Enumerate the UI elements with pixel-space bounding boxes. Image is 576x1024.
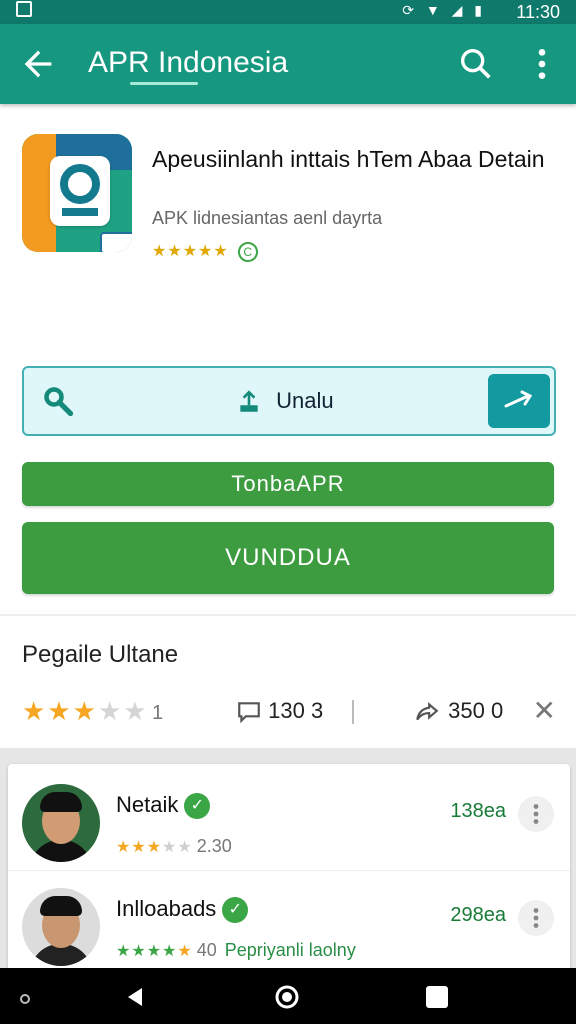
app-rating: ★★★★★ C xyxy=(152,241,259,262)
search-icon xyxy=(461,49,491,79)
nav-recents-icon[interactable] xyxy=(426,986,448,1008)
reviewer-amount: 298ea xyxy=(450,904,506,926)
share-icon xyxy=(416,702,439,721)
back-button[interactable] xyxy=(18,44,58,84)
app-logo-icon xyxy=(22,134,132,252)
reviewer-rating: ★★★★★ 40 Pepriyanli laolny xyxy=(116,940,356,960)
comment-icon xyxy=(238,702,260,724)
reviewer-name: Netaik ✓ xyxy=(116,792,211,820)
app-subtitle: APK lidnesiantas aenl dayrta xyxy=(152,208,383,228)
reviewer-amount: 138ea xyxy=(450,800,506,822)
reviewer-rating: ★★★★★ 2.30 xyxy=(116,836,232,856)
list-item[interactable]: Netaik ✓ ★★★★★ 2.30 138ea xyxy=(8,778,570,878)
verified-check-icon: ✓ xyxy=(222,897,249,924)
app-title: Apeusiinlanh inttais hTem Abaa Detain xyxy=(152,146,545,172)
more-vert-icon xyxy=(538,49,546,79)
upload-icon xyxy=(240,390,258,412)
avatar xyxy=(22,784,100,862)
stats-divider xyxy=(352,700,354,724)
reviewer-extra: Pepriyanli laolny xyxy=(224,940,356,960)
status-bar: ⟳ ▼ ◢ ▮ 11:30 xyxy=(0,0,576,24)
nav-home-icon[interactable] xyxy=(274,984,300,1010)
system-nav-bar xyxy=(0,968,576,1024)
kebab-icon xyxy=(533,804,539,824)
kebab-icon xyxy=(533,908,539,928)
title-underline xyxy=(130,82,198,85)
reviewer-rating-text: 2.30 xyxy=(196,836,232,856)
rating-badge: C xyxy=(238,241,259,262)
logo-card xyxy=(50,156,110,226)
logo-gear-icon xyxy=(60,164,100,216)
reviewer-name: Inlloabads ✓ xyxy=(116,896,249,924)
verified-check-icon: ✓ xyxy=(184,793,211,820)
sim-card-icon xyxy=(16,1,32,17)
avatar-hair xyxy=(40,896,82,916)
arrow-left-icon xyxy=(24,50,52,78)
status-icons: ⟳ ▼ ◢ ▮ xyxy=(402,2,486,18)
shares-count: 350 0 xyxy=(448,698,504,723)
search-go-button[interactable] xyxy=(488,374,550,428)
rating-stars: ★★★★★ xyxy=(152,243,229,260)
arrow-right-icon xyxy=(504,390,533,408)
more-options-button[interactable] xyxy=(522,44,562,84)
reviewer-name-text: Netaik xyxy=(116,792,179,817)
reviewer-rating-text: 40 xyxy=(196,940,217,960)
stats-rating-count: 1 xyxy=(152,702,164,724)
kebab-button[interactable] xyxy=(518,796,554,832)
search-box-label: Unalu xyxy=(276,388,334,413)
search-box-center: Unalu xyxy=(236,388,334,415)
page-title: APR Indonesia xyxy=(88,46,289,79)
avatar-hair xyxy=(40,792,82,812)
section-title: Pegaile Ultane xyxy=(22,641,179,668)
stats-rating-stars: ★★★★★ xyxy=(22,696,149,726)
shares-stat[interactable]: 350 0 xyxy=(412,698,503,725)
section-divider xyxy=(0,614,576,616)
app-bar: APR Indonesia xyxy=(0,24,576,104)
reviews-card: Netaik ✓ ★★★★★ 2.30 138ea Inlloabads ✓ ★★★★… xyxy=(8,764,570,974)
search-box[interactable]: Unalu xyxy=(22,366,556,436)
search-button[interactable] xyxy=(456,44,496,84)
kebab-button[interactable] xyxy=(518,900,554,936)
comments-stat[interactable]: 130 3 xyxy=(236,698,323,725)
app-header: Apeusiinlanh inttais hTem Abaa Detain AP… xyxy=(0,104,576,354)
stats-row: ★★★★★ 1 130 3 350 0 ✕ xyxy=(22,690,556,736)
comments-count: 130 3 xyxy=(268,698,324,723)
nav-indicator-icon xyxy=(20,994,30,1004)
close-icon[interactable]: ✕ xyxy=(533,694,556,727)
reviewer-name-text: Inlloabads xyxy=(116,896,217,921)
avatar xyxy=(22,888,100,966)
row-divider xyxy=(8,870,570,871)
logo-badge-icon xyxy=(100,232,132,252)
nav-back-icon[interactable] xyxy=(124,986,146,1008)
list-item[interactable]: Inlloabads ✓ ★★★★★ 40 Pepriyanli laolny 298… xyxy=(8,882,570,982)
primary-button-large[interactable]: VUNDDUA xyxy=(22,522,554,594)
key-icon xyxy=(42,385,78,421)
primary-button-small[interactable]: TonbaAPR xyxy=(22,462,554,506)
status-time: 11:30 xyxy=(516,2,560,22)
